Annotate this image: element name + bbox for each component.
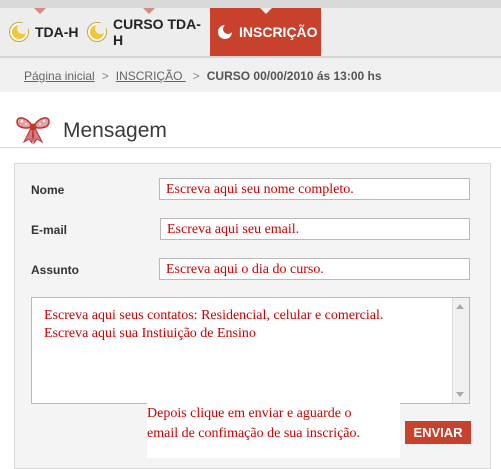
breadcrumb-inscricao-link[interactable]: INSCRIÇÃO	[116, 69, 186, 83]
breadcrumb: Página inicial > INSCRIÇÃO > CURSO 00/00/20…	[0, 58, 501, 92]
note-line: Depois clique em enviar e aguarde o	[147, 406, 352, 421]
breadcrumb-current: CURSO 00/00/2010 ás 13:00 hs	[206, 69, 382, 83]
scroll-up-icon[interactable]	[456, 304, 464, 309]
scroll-down-icon[interactable]	[456, 392, 464, 397]
breadcrumb-separator: >	[101, 69, 109, 83]
message-line: Escreva aqui seus contatos: Residencial,…	[44, 308, 384, 323]
tab-notch	[143, 8, 155, 14]
message-line: Escreva aqui sua Instiuição de Ensino	[44, 326, 256, 341]
crescent-icon	[218, 24, 233, 39]
tab-label: TDA-H	[35, 24, 79, 40]
email-field[interactable]: Escreva aqui seu email.	[160, 218, 470, 240]
submit-button[interactable]: ENVIAR	[405, 421, 471, 444]
title-divider	[0, 147, 501, 148]
name-label: Nome	[31, 183, 65, 197]
breadcrumb-separator: >	[192, 69, 200, 83]
breadcrumb-home-link[interactable]: Página inicial	[24, 69, 95, 83]
note-line: email de confimação de sua inscrição.	[147, 426, 361, 441]
subject-field[interactable]: Escreva aqui o dia do curso.	[159, 258, 470, 280]
crescent-icon	[88, 23, 106, 41]
name-field[interactable]: Escreva aqui seu nome completo.	[159, 178, 470, 200]
tab-label: INSCRIÇÃO	[239, 24, 318, 40]
page-title: Mensagem	[63, 119, 167, 142]
crescent-icon	[10, 23, 28, 41]
tab-label: CURSO TDA-H	[113, 16, 201, 48]
tab-curso-tda-h[interactable]: CURSO TDA-H	[80, 8, 210, 56]
tab-inscricao[interactable]: INSCRIÇÃO	[210, 8, 321, 56]
tab-tda-h[interactable]: TDA-H	[0, 8, 80, 56]
top-strip	[0, 0, 501, 8]
textarea-scrollbar[interactable]	[452, 298, 469, 403]
bow-icon	[16, 117, 50, 145]
tab-notch	[260, 8, 272, 14]
email-label: E-mail	[31, 223, 68, 237]
tab-notch	[34, 8, 46, 14]
message-textarea[interactable]: Escreva aqui seus contatos: Residencial,…	[31, 297, 470, 404]
subject-label: Assunto	[31, 263, 79, 277]
instruction-note: Depois clique em enviar e aguarde o emai…	[147, 402, 400, 458]
